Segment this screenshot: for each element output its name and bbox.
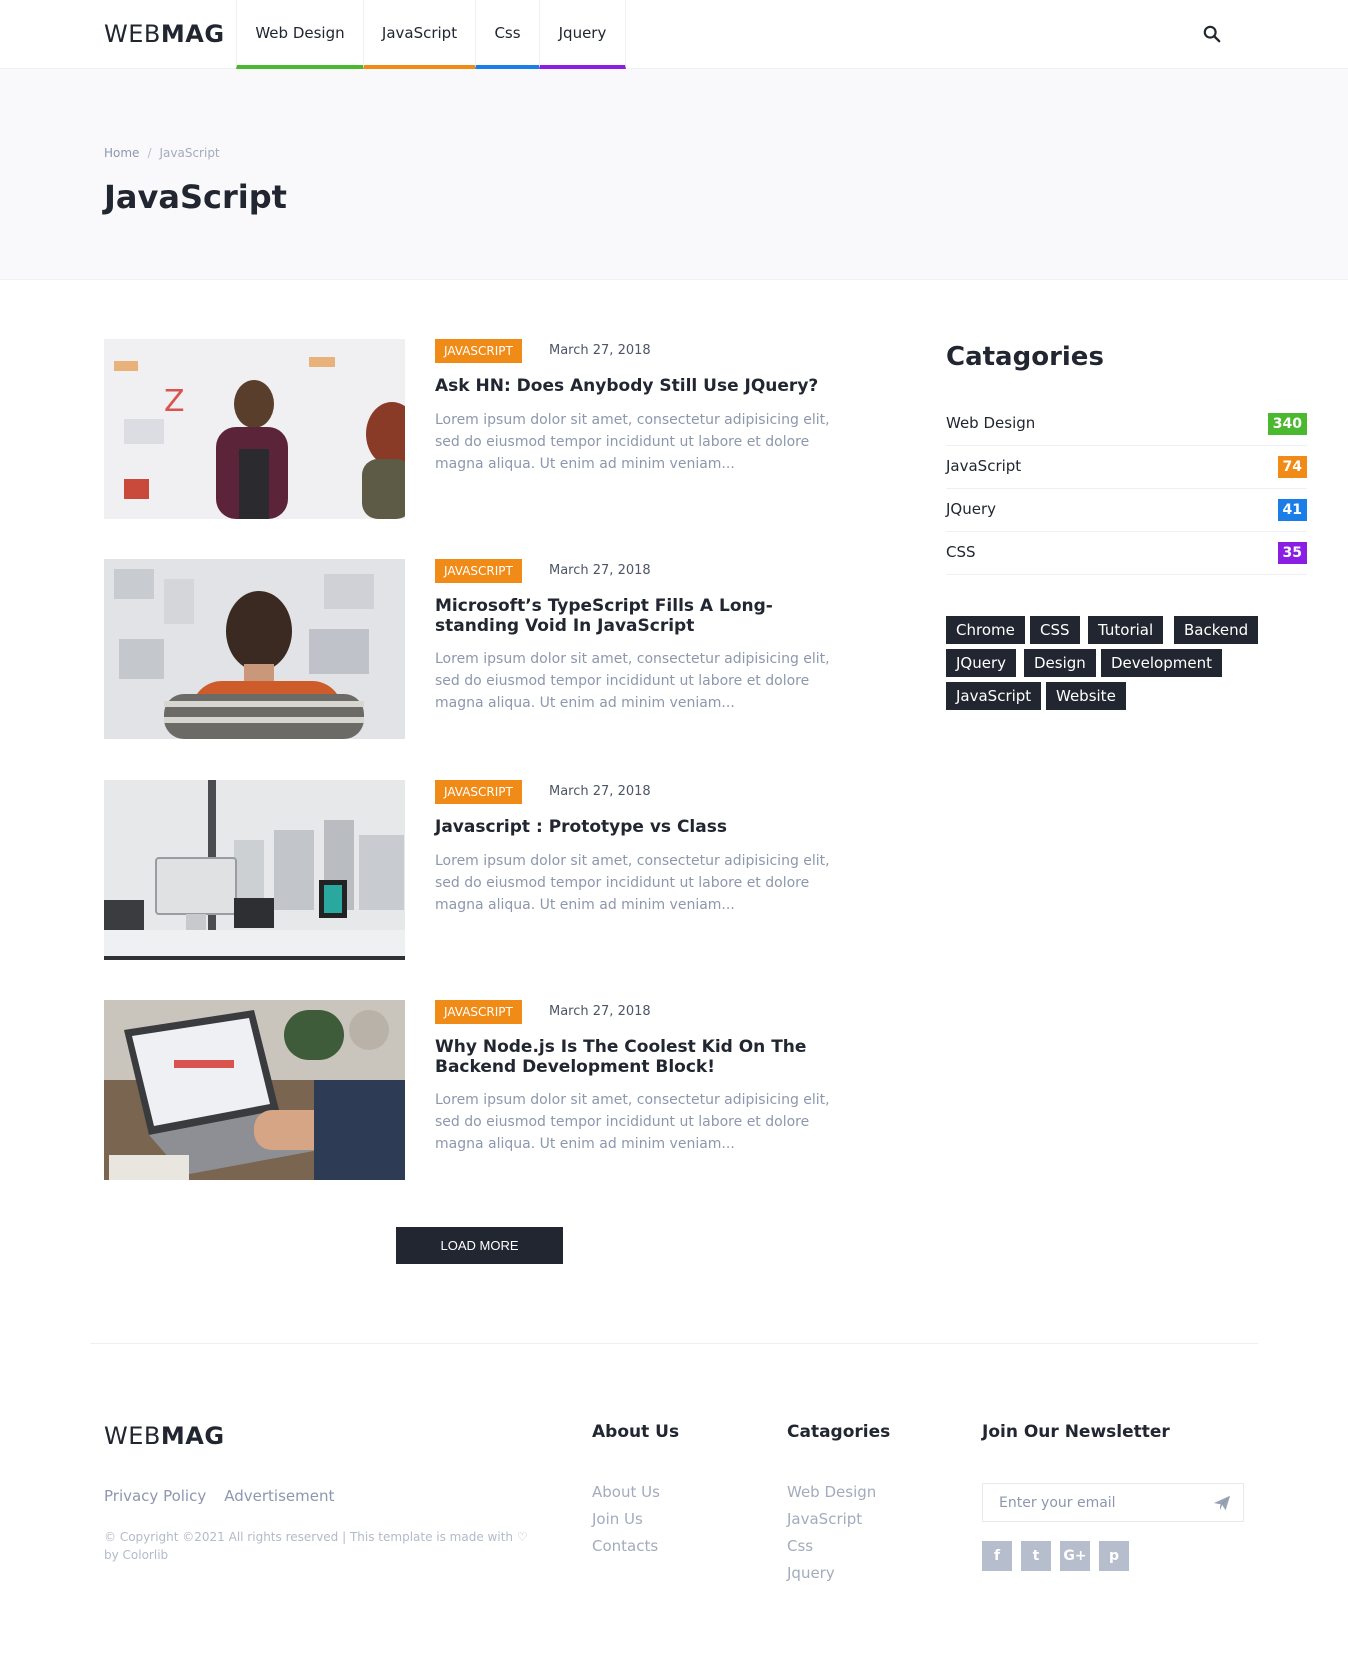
copyright-text: © Copyright ©2021 All rights reserved | …	[104, 1530, 528, 1562]
category-count-badge: 340	[1267, 413, 1307, 435]
post-date: March 27, 2018	[549, 343, 651, 358]
tag-tutorial[interactable]: Tutorial	[1088, 616, 1164, 644]
category-count-badge: 74	[1277, 456, 1307, 478]
breadcrumb-current: JavaScript	[159, 146, 220, 160]
nav-javascript[interactable]: JavaScript	[363, 0, 475, 69]
page-title: JavaScript	[104, 178, 287, 216]
post-image[interactable]	[104, 1000, 405, 1180]
post-item: JAVASCRIPT March 27, 2018 Why Node.js Is…	[104, 1000, 864, 1180]
twitter-icon[interactable]: t	[1021, 1541, 1051, 1571]
post-excerpt: Lorem ipsum dolor sit amet, consectetur …	[435, 412, 830, 472]
post-item: JAVASCRIPT March 27, 2018 Microsoft’s Ty…	[104, 559, 864, 739]
nav-jquery[interactable]: Jquery	[539, 0, 626, 69]
nav-web-design[interactable]: Web Design	[236, 0, 363, 69]
sidebar-categories-title: Catagories	[946, 342, 1104, 372]
category-count-badge: 41	[1277, 499, 1307, 521]
logo-light-text: WEB	[104, 20, 161, 48]
post-title[interactable]: Microsoft’s TypeScript Fills A Long-stan…	[435, 596, 855, 636]
post-excerpt: Lorem ipsum dolor sit amet, consectetur …	[435, 1092, 830, 1152]
post-image[interactable]: Z	[104, 339, 405, 519]
post-category-badge[interactable]: JAVASCRIPT	[435, 339, 522, 363]
post-excerpt: Lorem ipsum dolor sit amet, consectetur …	[435, 651, 830, 711]
tag-development[interactable]: Development	[1101, 649, 1222, 677]
breadcrumb: Home / JavaScript	[104, 146, 220, 160]
page-header: Home / JavaScript JavaScript	[0, 69, 1348, 280]
footer-categories-title: Catagories	[787, 1422, 891, 1442]
post-category-badge[interactable]: JAVASCRIPT	[435, 559, 522, 583]
breadcrumb-separator: /	[147, 146, 152, 160]
post-date: March 27, 2018	[549, 563, 651, 578]
category-name: CSS	[946, 543, 976, 561]
sidebar-category-javascript[interactable]: JavaScript 74	[946, 446, 1307, 489]
load-more-button[interactable]: LOAD MORE	[396, 1227, 563, 1264]
footer-link-about-us[interactable]: About Us	[592, 1483, 660, 1501]
tag-design[interactable]: Design	[1024, 649, 1096, 677]
category-name: JavaScript	[946, 457, 1022, 475]
search-icon[interactable]	[1203, 25, 1221, 43]
post-title[interactable]: Javascript : Prototype vs Class	[435, 817, 855, 837]
logo-bold-text: MAG	[160, 1422, 225, 1450]
category-count-badge: 35	[1277, 542, 1307, 564]
footer-link-javascript[interactable]: JavaScript	[787, 1510, 862, 1528]
tag-chrome[interactable]: Chrome	[946, 616, 1025, 644]
sidebar-category-web-design[interactable]: Web Design 340	[946, 403, 1307, 446]
footer-link-contacts[interactable]: Contacts	[592, 1537, 658, 1555]
footer-link-privacy-policy[interactable]: Privacy Policy	[104, 1487, 206, 1505]
facebook-icon[interactable]: f	[982, 1541, 1012, 1571]
footer-newsletter-title: Join Our Newsletter	[982, 1422, 1170, 1442]
post-image[interactable]	[104, 780, 405, 960]
sidebar-category-css[interactable]: CSS 35	[946, 532, 1307, 575]
google-plus-icon[interactable]: G+	[1060, 1541, 1090, 1571]
post-date: March 27, 2018	[549, 1004, 651, 1019]
site-logo[interactable]: WEBMAG	[104, 20, 225, 48]
paper-plane-icon[interactable]	[1213, 1494, 1231, 1512]
post-date: March 27, 2018	[549, 784, 651, 799]
post-category-badge[interactable]: JAVASCRIPT	[435, 780, 522, 804]
footer-legal-links: Privacy Policy Advertisement	[104, 1487, 352, 1505]
post-title[interactable]: Ask HN: Does Anybody Still Use JQuery?	[435, 376, 855, 396]
tag-website[interactable]: Website	[1046, 682, 1126, 710]
newsletter-email-input[interactable]	[983, 1484, 1203, 1521]
footer-link-join-us[interactable]: Join Us	[592, 1510, 643, 1528]
footer-link-advertisement[interactable]: Advertisement	[224, 1487, 334, 1505]
footer-link-web-design[interactable]: Web Design	[787, 1483, 876, 1501]
category-name: Web Design	[946, 414, 1036, 432]
post-excerpt: Lorem ipsum dolor sit amet, consectetur …	[435, 853, 830, 913]
breadcrumb-home[interactable]: Home	[104, 146, 139, 160]
tag-jquery[interactable]: JQuery	[946, 649, 1017, 677]
footer-divider	[90, 1343, 1258, 1344]
post-category-badge[interactable]: JAVASCRIPT	[435, 1000, 522, 1024]
newsletter-form	[982, 1483, 1244, 1522]
svg-text:Z: Z	[164, 384, 185, 419]
sidebar-category-jquery[interactable]: JQuery 41	[946, 489, 1307, 532]
footer-link-css[interactable]: Css	[787, 1537, 813, 1555]
post-item: Z JAVASCRIPT March 27, 2018 Ask HN: Does…	[104, 339, 864, 519]
nav-css[interactable]: Css	[475, 0, 539, 69]
footer-link-jquery[interactable]: Jquery	[787, 1564, 835, 1582]
logo-light-text: WEB	[104, 1422, 161, 1450]
tag-javascript[interactable]: JavaScript	[946, 682, 1042, 710]
post-image[interactable]	[104, 559, 405, 739]
post-title[interactable]: Why Node.js Is The Coolest Kid On The Ba…	[435, 1037, 855, 1077]
category-name: JQuery	[946, 500, 997, 518]
tag-css[interactable]: CSS	[1030, 616, 1080, 644]
logo-bold-text: MAG	[160, 20, 225, 48]
post-item: JAVASCRIPT March 27, 2018 Javascript : P…	[104, 780, 864, 960]
footer-about-title: About Us	[592, 1422, 680, 1442]
tag-backend[interactable]: Backend	[1174, 616, 1259, 644]
footer-logo[interactable]: WEBMAG	[104, 1422, 225, 1450]
pinterest-icon[interactable]: p	[1099, 1541, 1129, 1571]
top-navbar: WEBMAG Web Design JavaScript Css Jquery	[0, 0, 1348, 69]
